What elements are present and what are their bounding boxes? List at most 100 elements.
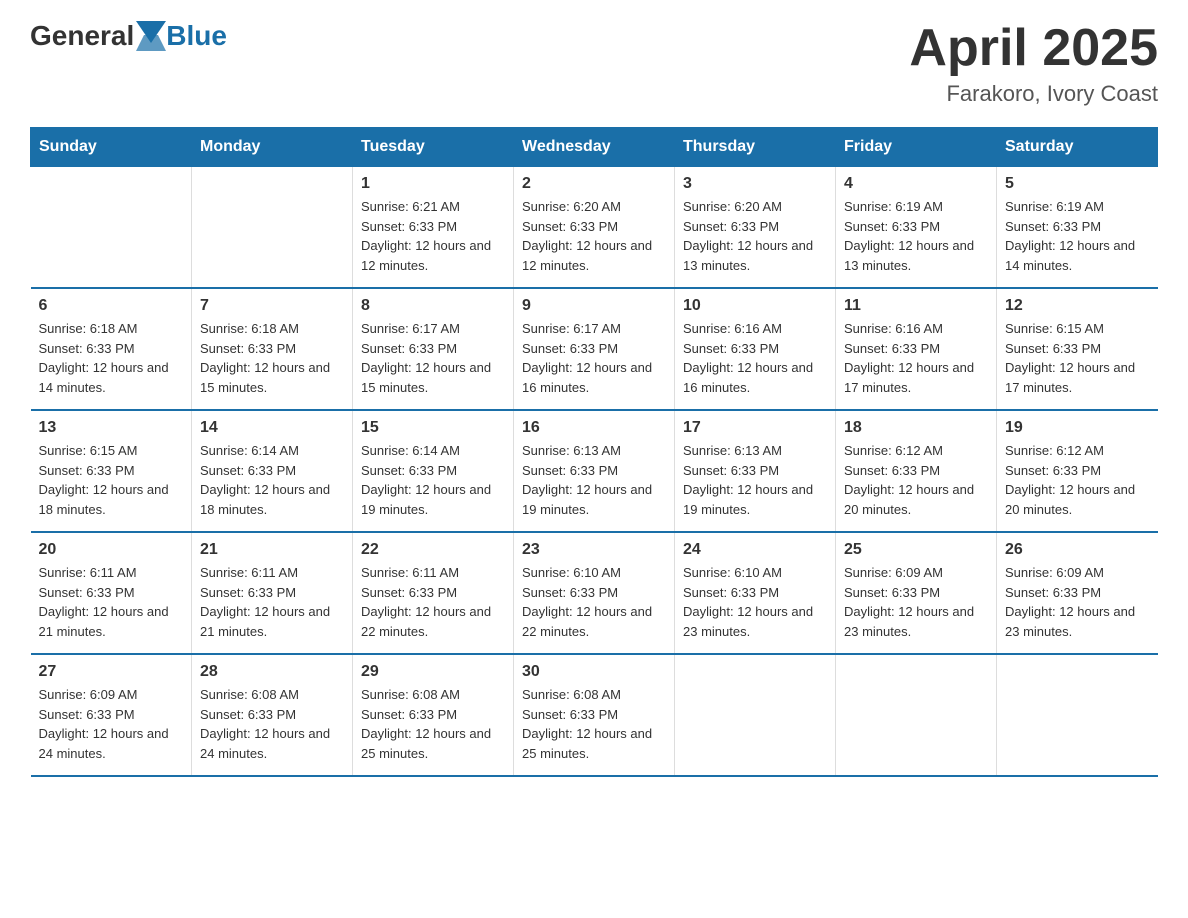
day-info: Sunrise: 6:14 AMSunset: 6:33 PMDaylight:… [200,441,344,519]
calendar-cell: 13 Sunrise: 6:15 AMSunset: 6:33 PMDayligh… [31,410,192,532]
calendar-week-1: 1 Sunrise: 6:21 AMSunset: 6:33 PMDaylight… [31,167,1158,289]
day-number: 23 [522,541,666,559]
day-info: Sunrise: 6:21 AMSunset: 6:33 PMDaylight:… [361,197,505,275]
calendar-header-row: SundayMondayTuesdayWednesdayThursdayFrid… [31,128,1158,167]
header-saturday: Saturday [997,128,1158,167]
logo: General Blue [30,20,227,52]
day-number: 1 [361,175,505,193]
day-info: Sunrise: 6:14 AMSunset: 6:33 PMDaylight:… [361,441,505,519]
calendar-table: SundayMondayTuesdayWednesdayThursdayFrid… [30,127,1158,777]
day-info: Sunrise: 6:15 AMSunset: 6:33 PMDaylight:… [1005,319,1150,397]
calendar-cell [836,654,997,776]
day-number: 26 [1005,541,1150,559]
calendar-week-5: 27Sunrise: 6:09 AMSunset: 6:33 PMDayligh… [31,654,1158,776]
day-number: 17 [683,419,827,437]
calendar-cell: 16Sunrise: 6:13 AMSunset: 6:33 PMDayligh… [514,410,675,532]
calendar-cell: 1 Sunrise: 6:21 AMSunset: 6:33 PMDaylight… [353,167,514,289]
calendar-cell: 8 Sunrise: 6:17 AMSunset: 6:33 PMDaylight… [353,288,514,410]
logo-icon [136,21,166,51]
day-number: 2 [522,175,666,193]
day-number: 3 [683,175,827,193]
calendar-cell [997,654,1158,776]
calendar-subtitle: Farakoro, Ivory Coast [909,81,1158,107]
day-number: 20 [39,541,184,559]
calendar-cell: 19Sunrise: 6:12 AMSunset: 6:33 PMDayligh… [997,410,1158,532]
day-number: 29 [361,663,505,681]
day-number: 4 [844,175,988,193]
day-number: 13 [39,419,184,437]
day-info: Sunrise: 6:20 AMSunset: 6:33 PMDaylight:… [683,197,827,275]
day-number: 6 [39,297,184,315]
header-friday: Friday [836,128,997,167]
calendar-title: April 2025 [909,20,1158,77]
day-info: Sunrise: 6:16 AMSunset: 6:33 PMDaylight:… [844,319,988,397]
calendar-cell: 3 Sunrise: 6:20 AMSunset: 6:33 PMDaylight… [675,167,836,289]
day-info: Sunrise: 6:17 AMSunset: 6:33 PMDaylight:… [361,319,505,397]
day-info: Sunrise: 6:12 AMSunset: 6:33 PMDaylight:… [1005,441,1150,519]
day-info: Sunrise: 6:13 AMSunset: 6:33 PMDaylight:… [522,441,666,519]
calendar-cell: 22Sunrise: 6:11 AMSunset: 6:33 PMDayligh… [353,532,514,654]
calendar-cell [31,167,192,289]
day-info: Sunrise: 6:11 AMSunset: 6:33 PMDaylight:… [200,563,344,641]
day-info: Sunrise: 6:12 AMSunset: 6:33 PMDaylight:… [844,441,988,519]
day-number: 15 [361,419,505,437]
day-number: 22 [361,541,505,559]
calendar-cell: 29 Sunrise: 6:08 AMSunset: 6:33 PMDayligh… [353,654,514,776]
calendar-cell: 6 Sunrise: 6:18 AMSunset: 6:33 PMDaylight… [31,288,192,410]
day-number: 24 [683,541,827,559]
header-tuesday: Tuesday [353,128,514,167]
calendar-week-3: 13 Sunrise: 6:15 AMSunset: 6:33 PMDayligh… [31,410,1158,532]
calendar-cell [192,167,353,289]
calendar-cell: 23 Sunrise: 6:10 AMSunset: 6:33 PMDayligh… [514,532,675,654]
day-info: Sunrise: 6:09 AMSunset: 6:33 PMDaylight:… [1005,563,1150,641]
calendar-cell: 2Sunrise: 6:20 AMSunset: 6:33 PMDaylight… [514,167,675,289]
day-number: 14 [200,419,344,437]
calendar-cell: 25Sunrise: 6:09 AMSunset: 6:33 PMDayligh… [836,532,997,654]
calendar-cell: 14 Sunrise: 6:14 AMSunset: 6:33 PMDayligh… [192,410,353,532]
logo-blue: Blue [166,20,227,52]
calendar-cell: 28 Sunrise: 6:08 AMSunset: 6:33 PMDayligh… [192,654,353,776]
page-header: General Blue April 2025 Farakoro, Ivory … [30,20,1158,107]
day-number: 30 [522,663,666,681]
day-number: 10 [683,297,827,315]
calendar-cell: 5Sunrise: 6:19 AMSunset: 6:33 PMDaylight… [997,167,1158,289]
day-number: 8 [361,297,505,315]
header-wednesday: Wednesday [514,128,675,167]
day-info: Sunrise: 6:11 AMSunset: 6:33 PMDaylight:… [39,563,184,641]
calendar-cell: 4 Sunrise: 6:19 AMSunset: 6:33 PMDaylight… [836,167,997,289]
calendar-week-2: 6 Sunrise: 6:18 AMSunset: 6:33 PMDaylight… [31,288,1158,410]
day-info: Sunrise: 6:09 AMSunset: 6:33 PMDaylight:… [39,685,184,763]
day-number: 11 [844,297,988,315]
calendar-cell: 15 Sunrise: 6:14 AMSunset: 6:33 PMDayligh… [353,410,514,532]
calendar-cell: 20 Sunrise: 6:11 AMSunset: 6:33 PMDayligh… [31,532,192,654]
day-info: Sunrise: 6:08 AMSunset: 6:33 PMDaylight:… [361,685,505,763]
calendar-cell: 26 Sunrise: 6:09 AMSunset: 6:33 PMDayligh… [997,532,1158,654]
calendar-cell: 18Sunrise: 6:12 AMSunset: 6:33 PMDayligh… [836,410,997,532]
calendar-cell: 21 Sunrise: 6:11 AMSunset: 6:33 PMDayligh… [192,532,353,654]
logo-general: General [30,20,134,52]
header-monday: Monday [192,128,353,167]
day-info: Sunrise: 6:10 AMSunset: 6:33 PMDaylight:… [522,563,666,641]
day-number: 12 [1005,297,1150,315]
day-info: Sunrise: 6:08 AMSunset: 6:33 PMDaylight:… [522,685,666,763]
day-info: Sunrise: 6:19 AMSunset: 6:33 PMDaylight:… [844,197,988,275]
calendar-cell: 11 Sunrise: 6:16 AMSunset: 6:33 PMDayligh… [836,288,997,410]
day-number: 21 [200,541,344,559]
day-number: 28 [200,663,344,681]
day-number: 5 [1005,175,1150,193]
calendar-cell: 30 Sunrise: 6:08 AMSunset: 6:33 PMDayligh… [514,654,675,776]
day-info: Sunrise: 6:18 AMSunset: 6:33 PMDaylight:… [200,319,344,397]
header-sunday: Sunday [31,128,192,167]
day-info: Sunrise: 6:18 AMSunset: 6:33 PMDaylight:… [39,319,184,397]
day-info: Sunrise: 6:08 AMSunset: 6:33 PMDaylight:… [200,685,344,763]
day-info: Sunrise: 6:10 AMSunset: 6:33 PMDaylight:… [683,563,827,641]
day-info: Sunrise: 6:16 AMSunset: 6:33 PMDaylight:… [683,319,827,397]
day-info: Sunrise: 6:13 AMSunset: 6:33 PMDaylight:… [683,441,827,519]
calendar-cell: 12 Sunrise: 6:15 AMSunset: 6:33 PMDayligh… [997,288,1158,410]
calendar-week-4: 20 Sunrise: 6:11 AMSunset: 6:33 PMDayligh… [31,532,1158,654]
calendar-cell: 7 Sunrise: 6:18 AMSunset: 6:33 PMDaylight… [192,288,353,410]
day-info: Sunrise: 6:15 AMSunset: 6:33 PMDaylight:… [39,441,184,519]
day-info: Sunrise: 6:17 AMSunset: 6:33 PMDaylight:… [522,319,666,397]
day-number: 7 [200,297,344,315]
calendar-cell: 27Sunrise: 6:09 AMSunset: 6:33 PMDayligh… [31,654,192,776]
